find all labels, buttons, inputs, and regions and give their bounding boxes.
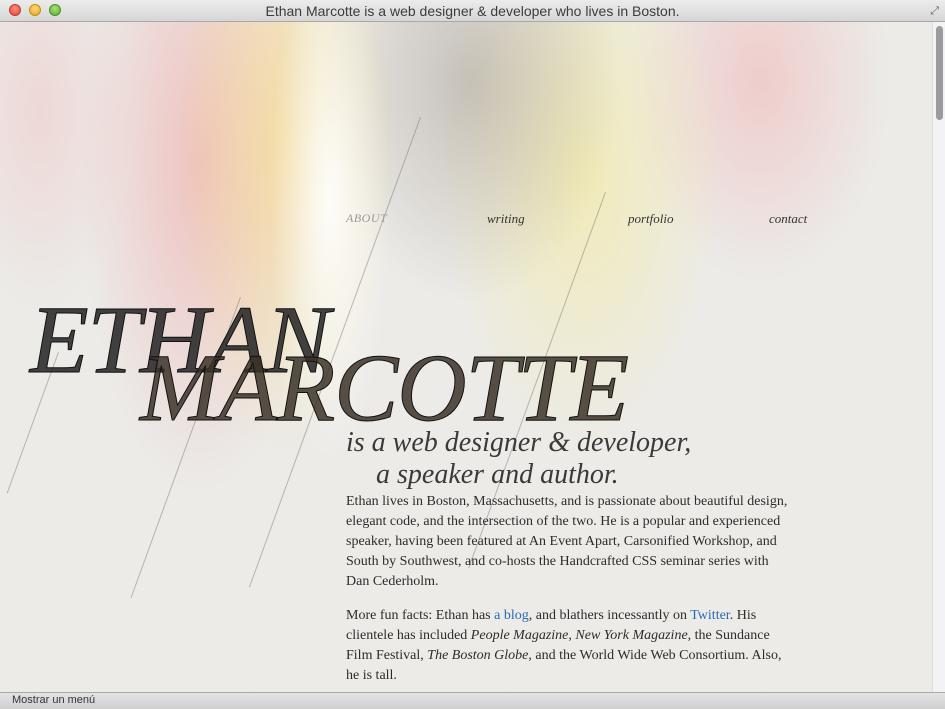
bio-paragraph-1: Ethan lives in Boston, Massachusetts, an… <box>346 494 788 589</box>
window-title-bar: Ethan Marcotte is a web designer & devel… <box>0 0 945 22</box>
tagline-line-2: a speaker and author. <box>376 459 619 490</box>
nav-about[interactable]: ABOUT <box>346 211 387 226</box>
tagline-line-1: is a web designer & developer, <box>346 427 692 458</box>
client-new-york-magazine: New York Magazine <box>575 628 688 643</box>
client-people-magazine: People Magazine <box>470 628 569 643</box>
nav-contact[interactable]: contact <box>769 211 807 227</box>
hero-last-name: MARCOTTE <box>139 334 629 441</box>
nav-portfolio[interactable]: portfolio <box>628 211 674 227</box>
bio-text: More fun facts: Ethan has <box>346 608 495 623</box>
nav-writing[interactable]: writing <box>487 211 525 227</box>
bio-paragraph-2: More fun facts: Ethan has a blog, and bl… <box>346 606 791 686</box>
vertical-scrollbar[interactable] <box>932 22 945 692</box>
client-boston-globe: The Boston Globe <box>427 648 529 663</box>
bio-text: , and blathers incessantly on <box>528 608 691 623</box>
window-title: Ethan Marcotte is a web designer & devel… <box>265 3 680 19</box>
fullscreen-arrows-icon[interactable]: ⤢ <box>930 4 939 18</box>
twitter-link[interactable]: Twitter <box>690 608 729 623</box>
scrollbar-thumb[interactable] <box>936 26 943 120</box>
tagline: is a web designer & developer, a speaker… <box>346 427 691 491</box>
status-text: Mostrar un menú <box>12 694 96 706</box>
web-page: ABOUT writing portfolio contact ETHAN MA… <box>0 22 932 692</box>
status-bar: Mostrar un menú <box>0 692 945 709</box>
blog-link[interactable]: a blog <box>494 608 529 623</box>
